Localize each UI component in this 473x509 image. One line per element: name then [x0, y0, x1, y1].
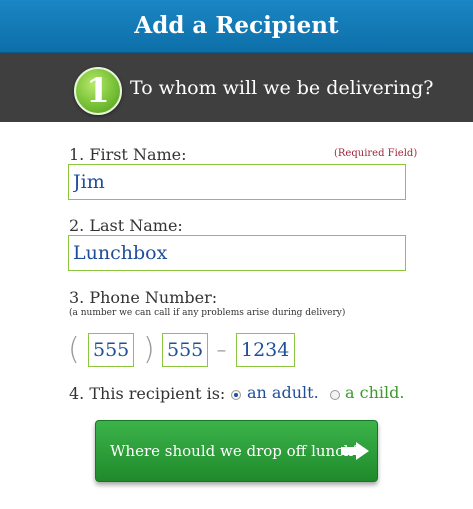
phone-open-paren: (: [68, 332, 80, 367]
phone-number-hint: (a number we can call if any problems ar…: [69, 308, 346, 318]
child-radio[interactable]: [330, 390, 340, 400]
phone-line-number-input[interactable]: [236, 333, 295, 367]
adult-radio[interactable]: [231, 390, 241, 400]
phone-area-code-input[interactable]: [88, 333, 134, 367]
phone-dash: -: [216, 332, 227, 367]
phone-close-paren: ): [143, 332, 155, 367]
phone-number-label: 3. Phone Number:: [69, 288, 218, 307]
required-field-note: (Required Field): [334, 148, 418, 159]
arrow-right-icon: [341, 442, 369, 460]
page-title: Add a Recipient: [134, 12, 339, 39]
step-number-badge: 1: [74, 67, 122, 115]
last-name-input[interactable]: [68, 235, 406, 271]
first-name-input[interactable]: [68, 164, 406, 200]
step-bar: 1 To whom will we be delivering?: [0, 53, 473, 122]
adult-radio-label[interactable]: an adult.: [247, 383, 319, 403]
drop-off-lunch-button[interactable]: Where should we drop off lunch?: [95, 420, 378, 482]
page-header: Add a Recipient: [0, 0, 473, 53]
phone-prefix-input[interactable]: [162, 333, 208, 367]
first-name-label: 1. First Name:: [69, 145, 187, 164]
step-title: To whom will we be delivering?: [130, 77, 434, 99]
last-name-label: 2. Last Name:: [69, 216, 183, 235]
child-radio-label[interactable]: a child.: [345, 383, 404, 403]
recipient-type-label: 4. This recipient is:: [69, 384, 226, 403]
drop-off-lunch-button-label: Where should we drop off lunch?: [110, 442, 362, 460]
